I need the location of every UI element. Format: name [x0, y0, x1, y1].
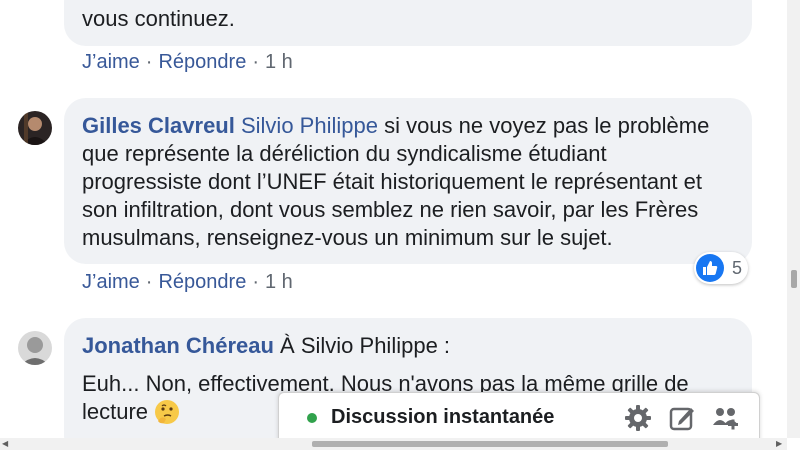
separator: · — [252, 51, 259, 73]
reply-link[interactable]: Répondre — [158, 271, 246, 294]
avatar[interactable] — [18, 111, 52, 145]
comment-actions: J’aime · Répondre · 1 h — [82, 51, 293, 74]
chat-bar[interactable]: Discussion instantanée — [278, 392, 760, 442]
comment-author[interactable]: Gilles Clavreul — [82, 113, 235, 138]
avatar[interactable] — [18, 331, 52, 365]
scroll-right-arrow-icon[interactable]: ▶ — [776, 439, 782, 448]
comment-text: À Silvio Philippe : — [273, 333, 451, 358]
comment-text: vous continuez. — [82, 6, 235, 31]
comment-text: son infiltration, dont vous semblez ne r… — [82, 197, 699, 222]
vertical-scroll-thumb[interactable] — [791, 270, 797, 288]
comment-text: musulmans, renseignez-vous un minimum su… — [82, 225, 613, 250]
add-group-icon[interactable] — [711, 403, 741, 433]
comment-bubble: vous continuez. — [64, 0, 752, 46]
gear-icon[interactable] — [623, 403, 653, 433]
chat-title[interactable]: Discussion instantanée — [331, 406, 554, 429]
reply-link[interactable]: Répondre — [158, 51, 246, 74]
comment-text: lecture — [82, 399, 149, 424]
separator: · — [145, 51, 153, 73]
comment-text: si vous ne voyez pas le problème — [377, 113, 710, 138]
comment-actions: J’aime · Répondre · 1 h — [82, 271, 293, 294]
timestamp-link[interactable]: 1 h — [265, 51, 293, 74]
horizontal-scroll-thumb[interactable] — [312, 441, 668, 447]
comment-text: que représente la déréliction du syndica… — [82, 141, 607, 166]
comment-author[interactable]: Jonathan Chéreau — [82, 333, 274, 358]
thinking-emoji-icon — [154, 399, 180, 425]
separator: · — [145, 271, 153, 293]
reaction-count: 5 — [732, 257, 743, 278]
thumbs-up-icon — [696, 254, 724, 282]
online-status-dot — [307, 412, 317, 423]
separator: · — [252, 271, 259, 293]
comment-text: progressiste dont l’UNEF était historiqu… — [82, 169, 702, 194]
mention-link[interactable]: Silvio Philippe — [241, 113, 378, 138]
scroll-left-arrow-icon[interactable]: ◀ — [2, 439, 8, 448]
timestamp-link[interactable]: 1 h — [265, 271, 293, 294]
reaction-summary[interactable]: 5 — [694, 252, 748, 284]
new-message-icon[interactable] — [667, 403, 697, 433]
like-link[interactable]: J’aime — [82, 51, 140, 74]
like-link[interactable]: J’aime — [82, 271, 140, 294]
comment-bubble: Gilles Clavreul Silvio Philippe si vous … — [64, 98, 752, 264]
vertical-scrollbar[interactable] — [787, 0, 800, 438]
